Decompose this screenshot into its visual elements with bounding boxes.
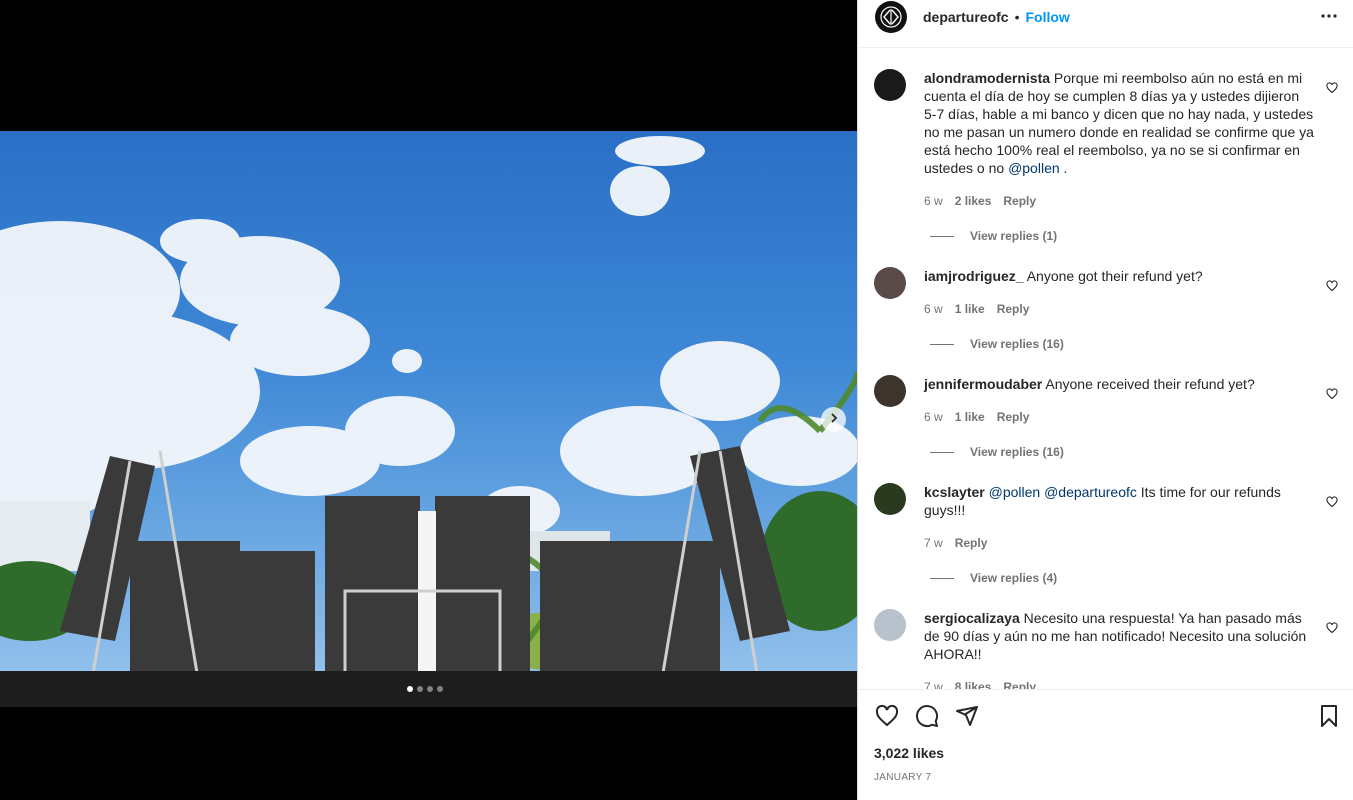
view-replies-label: View replies (16) bbox=[970, 337, 1064, 351]
heart-icon[interactable] bbox=[1326, 81, 1338, 99]
comment-age: 6 w bbox=[924, 302, 943, 316]
post-header: departureofc • Follow bbox=[858, 0, 1353, 48]
comment-icon[interactable] bbox=[915, 704, 939, 733]
chevron-right-icon bbox=[828, 411, 840, 429]
reply-button[interactable]: Reply bbox=[1003, 680, 1036, 689]
replies-divider bbox=[930, 235, 954, 237]
replies-divider bbox=[930, 343, 954, 345]
carousel-dot bbox=[417, 686, 423, 692]
mention-link[interactable]: @pollen bbox=[1008, 160, 1060, 176]
view-replies-button[interactable]: View replies (4) bbox=[930, 571, 1057, 585]
view-replies-label: View replies (16) bbox=[970, 445, 1064, 459]
mention-link[interactable]: @pollen bbox=[989, 484, 1041, 500]
carousel-dot bbox=[427, 686, 433, 692]
reply-button[interactable]: Reply bbox=[955, 536, 988, 550]
heart-icon[interactable] bbox=[1326, 387, 1338, 405]
comment-meta: 6 w 1 like Reply bbox=[924, 410, 1029, 424]
comment-text: iamjrodriguez_ Anyone got their refund y… bbox=[924, 267, 1314, 285]
avatar[interactable] bbox=[874, 483, 906, 515]
comment-meta: 7 w 8 likes Reply bbox=[924, 680, 1036, 689]
mention-link[interactable]: @departureofc bbox=[1044, 484, 1137, 500]
comment-username[interactable]: iamjrodriguez_ bbox=[924, 268, 1024, 284]
profile-avatar[interactable] bbox=[875, 0, 907, 33]
comment-meta: 6 w 1 like Reply bbox=[924, 302, 1029, 316]
comment-meta: 6 w 2 likes Reply bbox=[924, 194, 1036, 208]
comment-text: alondramodernista Porque mi reembolso aú… bbox=[924, 69, 1314, 177]
comment-likes[interactable]: 1 like bbox=[955, 410, 985, 424]
reply-button[interactable]: Reply bbox=[997, 410, 1030, 424]
comment-content: Anyone received their refund yet? bbox=[1045, 376, 1255, 392]
comment-text: jennifermoudaber Anyone received their r… bbox=[924, 375, 1314, 393]
heart-icon[interactable] bbox=[1326, 279, 1338, 297]
comment-age: 7 w bbox=[924, 680, 943, 689]
replies-divider bbox=[930, 577, 954, 579]
stage-photo-illustration bbox=[0, 136, 857, 707]
heart-icon[interactable] bbox=[1326, 621, 1338, 639]
avatar[interactable] bbox=[874, 267, 906, 299]
comments-list[interactable]: alondramodernista Porque mi reembolso aú… bbox=[858, 49, 1353, 689]
comment-likes[interactable]: 1 like bbox=[955, 302, 985, 316]
post-actions-section: 3,022 likes JANUARY 7 bbox=[858, 689, 1353, 800]
view-replies-label: View replies (4) bbox=[970, 571, 1058, 585]
action-bar bbox=[874, 704, 1341, 730]
comment-content: Anyone got their refund yet? bbox=[1026, 268, 1203, 284]
view-replies-button[interactable]: View replies (1) bbox=[930, 229, 1057, 243]
post-media bbox=[0, 0, 857, 800]
comment-tail: . bbox=[1059, 160, 1068, 176]
comment-username[interactable]: alondramodernista bbox=[924, 70, 1050, 86]
carousel-dot bbox=[437, 686, 443, 692]
next-slide-button[interactable] bbox=[821, 407, 846, 432]
comment-age: 6 w bbox=[924, 410, 943, 424]
avatar[interactable] bbox=[874, 69, 906, 101]
view-replies-button[interactable]: View replies (16) bbox=[930, 445, 1064, 459]
bookmark-icon[interactable] bbox=[1317, 704, 1341, 733]
post-date: JANUARY 7 bbox=[874, 772, 932, 783]
comment-username[interactable]: kcslayter bbox=[924, 484, 985, 500]
heart-icon[interactable] bbox=[1326, 495, 1338, 513]
post-side-panel: departureofc • Follow alondramodernista … bbox=[857, 0, 1353, 800]
view-replies-label: View replies (1) bbox=[970, 229, 1058, 243]
comment-username[interactable]: sergiocalizaya bbox=[924, 610, 1020, 626]
post-username[interactable]: departureofc bbox=[923, 9, 1009, 25]
follow-button[interactable]: Follow bbox=[1025, 9, 1069, 25]
view-replies-button[interactable]: View replies (16) bbox=[930, 337, 1064, 351]
comment-meta: 7 w Reply bbox=[924, 536, 987, 550]
carousel-dot-active bbox=[407, 686, 413, 692]
likes-count[interactable]: 3,022 likes bbox=[874, 745, 944, 761]
replies-divider bbox=[930, 451, 954, 453]
comment-text: kcslayter @pollen @departureofc Its time… bbox=[924, 483, 1314, 519]
comment-likes[interactable]: 8 likes bbox=[955, 680, 992, 689]
comment-age: 6 w bbox=[924, 194, 943, 208]
post-photo[interactable] bbox=[0, 131, 857, 707]
carousel-indicator bbox=[407, 686, 443, 692]
comment-likes[interactable]: 2 likes bbox=[955, 194, 992, 208]
avatar[interactable] bbox=[874, 375, 906, 407]
reply-button[interactable]: Reply bbox=[1003, 194, 1036, 208]
heart-icon[interactable] bbox=[875, 704, 899, 733]
departure-logo-icon bbox=[880, 5, 902, 28]
comment-username[interactable]: jennifermoudaber bbox=[924, 376, 1042, 392]
reply-button[interactable]: Reply bbox=[997, 302, 1030, 316]
share-icon[interactable] bbox=[955, 704, 979, 733]
more-icon[interactable] bbox=[1321, 8, 1337, 29]
separator-dot: • bbox=[1014, 8, 1020, 25]
avatar[interactable] bbox=[874, 609, 906, 641]
comment-age: 7 w bbox=[924, 536, 943, 550]
comment-text: sergiocalizaya Necesito una respuesta! Y… bbox=[924, 609, 1314, 663]
